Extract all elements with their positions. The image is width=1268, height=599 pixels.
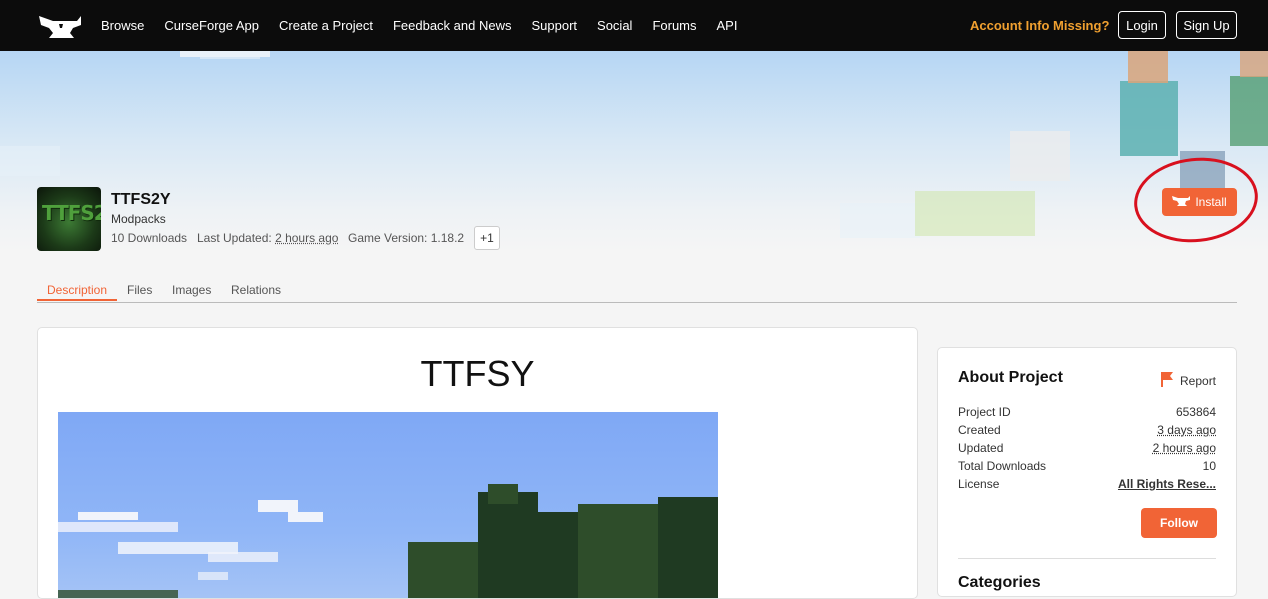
divider bbox=[958, 558, 1216, 559]
row-label: Created bbox=[958, 423, 1001, 437]
description-screenshot bbox=[58, 412, 718, 598]
row-label: Total Downloads bbox=[958, 459, 1047, 473]
last-updated-label: Last Updated: bbox=[197, 231, 272, 245]
row-value: 653864 bbox=[1175, 405, 1216, 419]
last-updated-value: 2 hours ago bbox=[275, 231, 339, 245]
project-title: TTFS2Y bbox=[111, 191, 171, 208]
nav-api[interactable]: API bbox=[717, 18, 738, 33]
tab-description[interactable]: Description bbox=[47, 283, 107, 297]
row-label: License bbox=[958, 477, 1000, 491]
about-row-project-id: Project ID 653864 bbox=[958, 405, 1216, 419]
row-value: 2 hours ago bbox=[1152, 441, 1216, 455]
game-version: Game Version: 1.18.2 bbox=[348, 231, 464, 245]
project-icon-text: TTFS2Y bbox=[42, 201, 101, 225]
about-project-title: About Project bbox=[958, 369, 1063, 386]
login-button[interactable]: Login bbox=[1118, 11, 1166, 39]
about-row-license: License All Rights Rese... bbox=[958, 477, 1216, 491]
more-versions-badge[interactable]: +1 bbox=[474, 226, 500, 250]
row-label: Project ID bbox=[958, 405, 1011, 419]
main-nav: Browse CurseForge App Create a Project F… bbox=[101, 0, 757, 51]
description-card: TTFSY bbox=[37, 327, 918, 599]
about-row-created: Created 3 days ago bbox=[958, 423, 1216, 437]
last-updated: Last Updated: 2 hours ago bbox=[197, 231, 338, 245]
active-tab-indicator bbox=[37, 299, 117, 301]
curseforge-logo-icon[interactable] bbox=[37, 13, 83, 41]
nav-browse[interactable]: Browse bbox=[101, 18, 144, 33]
project-tabs: Description Files Images Relations bbox=[37, 280, 1237, 303]
nav-forums[interactable]: Forums bbox=[652, 18, 696, 33]
account-info-missing-link[interactable]: Account Info Missing? bbox=[970, 18, 1109, 33]
categories-heading: Categories bbox=[958, 574, 1041, 591]
nav-support[interactable]: Support bbox=[531, 18, 577, 33]
row-value: 3 days ago bbox=[1157, 423, 1216, 437]
nav-create-project[interactable]: Create a Project bbox=[279, 18, 373, 33]
project-banner bbox=[0, 51, 1268, 251]
description-heading: TTFSY bbox=[420, 353, 535, 394]
signup-button[interactable]: Sign Up bbox=[1176, 11, 1237, 39]
report-link[interactable]: Report bbox=[1160, 371, 1216, 390]
game-version-label: Game Version: bbox=[348, 231, 428, 245]
about-row-updated: Updated 2 hours ago bbox=[958, 441, 1216, 455]
about-row-total-downloads: Total Downloads 10 bbox=[958, 459, 1216, 473]
download-count: 10 Downloads bbox=[111, 231, 188, 245]
nav-curseforge-app[interactable]: CurseForge App bbox=[164, 18, 259, 33]
nav-feedback-news[interactable]: Feedback and News bbox=[393, 18, 512, 33]
tab-files[interactable]: Files bbox=[127, 283, 152, 297]
top-navbar: Browse CurseForge App Create a Project F… bbox=[0, 0, 1268, 51]
flag-icon bbox=[1160, 371, 1174, 390]
report-label: Report bbox=[1180, 373, 1217, 388]
tab-images[interactable]: Images bbox=[172, 283, 211, 297]
about-project-panel: About Project Report Project ID 653864 C… bbox=[937, 347, 1237, 597]
tab-relations[interactable]: Relations bbox=[231, 283, 281, 297]
license-link[interactable]: All Rights Rese... bbox=[1118, 477, 1216, 491]
project-category[interactable]: Modpacks bbox=[111, 212, 166, 226]
row-value: 10 bbox=[1202, 459, 1216, 473]
nav-social[interactable]: Social bbox=[597, 18, 632, 33]
game-version-value: 1.18.2 bbox=[430, 231, 465, 245]
project-icon: TTFS2Y bbox=[37, 187, 101, 251]
follow-button[interactable]: Follow bbox=[1141, 508, 1217, 538]
row-label: Updated bbox=[958, 441, 1004, 455]
